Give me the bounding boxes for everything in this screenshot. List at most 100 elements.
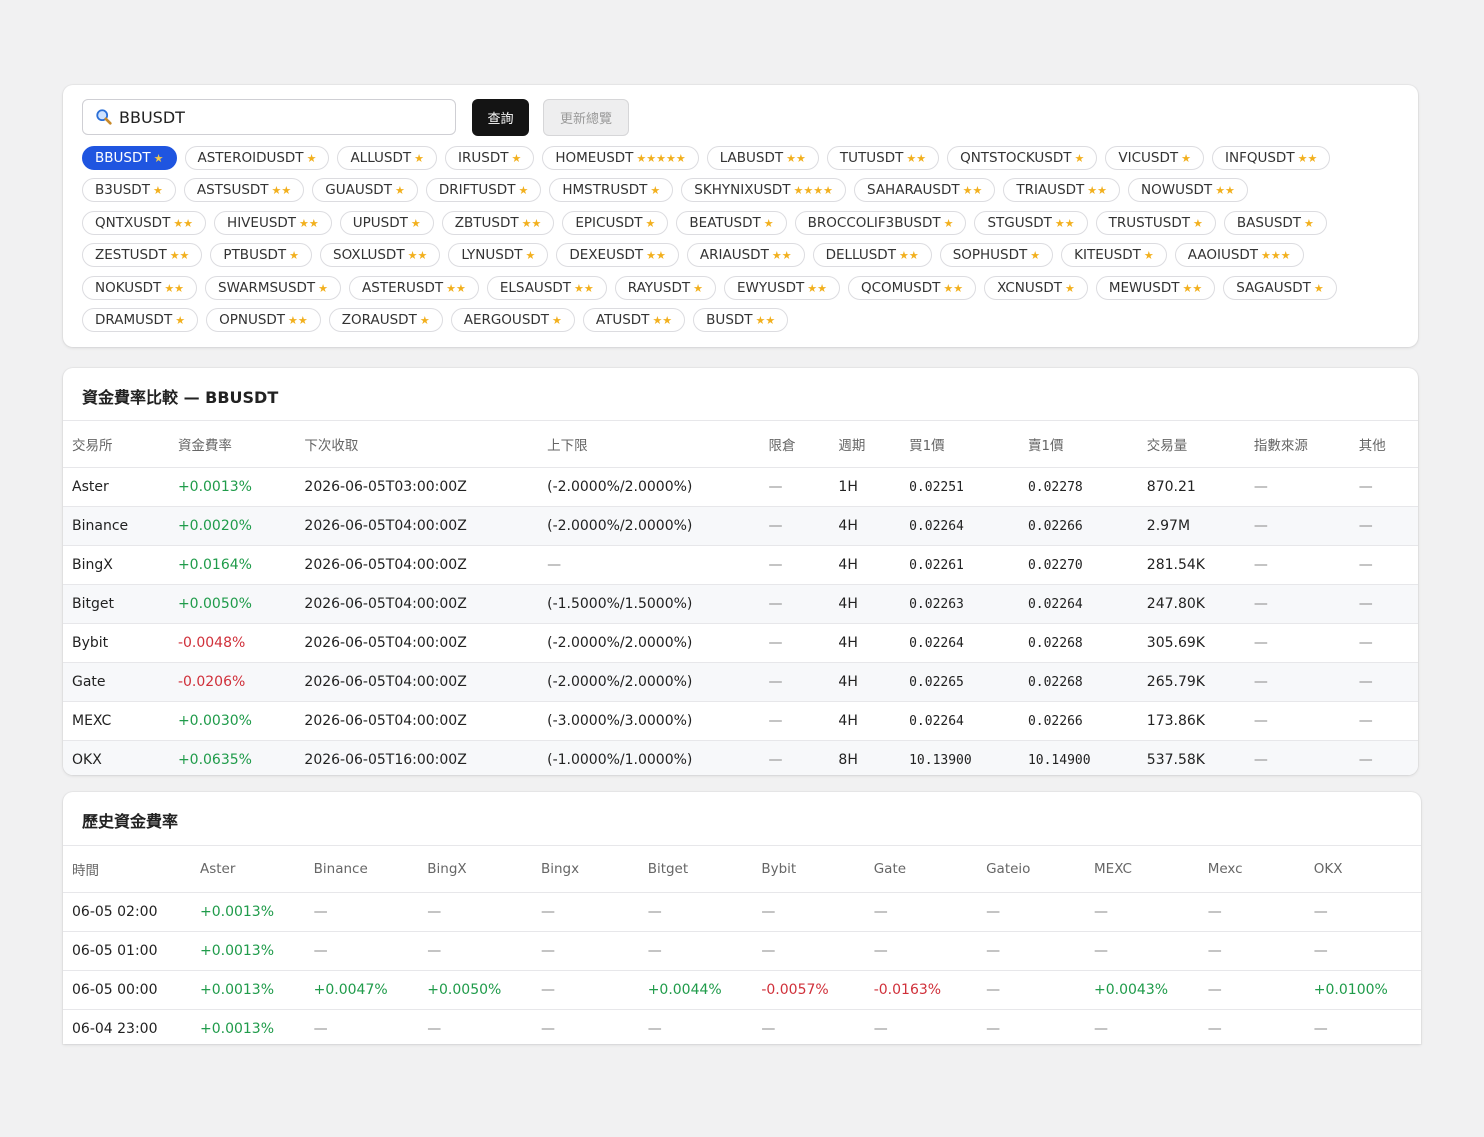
symbol-chip[interactable]: SAGAUSDT ★ [1223,276,1337,300]
symbol-chip[interactable]: KITEUSDT ★ [1061,243,1167,267]
query-button[interactable]: 查詢 [472,99,529,136]
symbol-chip[interactable]: ZBTUSDT ★★ [441,211,555,235]
table-cell: 2.97M [1137,506,1245,546]
symbol-chip[interactable]: HOMEUSDT ★★★★★ [542,146,699,170]
symbol-chip-label: TRIAUSDT [1016,182,1085,198]
star-rating-icon: ★ [518,184,529,197]
table-cell: 265.79K [1137,662,1245,702]
symbol-chip[interactable]: QNTXUSDT ★★ [82,211,207,235]
symbol-chip[interactable]: QCOMUSDT ★★ [847,276,977,300]
table-row: 06-05 00:00 +0.0013% +0.0047% +0.0050% — +0.0… [63,970,1421,1010]
symbol-chip-label: SAHARAUSDT [867,182,960,198]
table-cell: MEXC [63,701,169,741]
symbol-chip-label: PTBUSDT [223,247,287,263]
symbol-chip[interactable]: INFQUSDT ★★ [1212,146,1331,170]
column-header: Binance [304,845,419,893]
symbol-chip[interactable]: ARIAUSDT ★★ [686,243,805,267]
symbol-chip[interactable]: HMSTRUSDT ★ [549,178,674,202]
symbol-chip[interactable]: TRIAUSDT ★★ [1003,178,1121,202]
table-cell: OKX [63,740,169,775]
table-cell: — [864,931,978,971]
table-cell: 305.69K [1137,623,1245,663]
symbol-chip-label: INFQUSDT [1225,150,1295,166]
symbol-chip[interactable]: BBUSDT ★ [82,146,177,170]
symbol-chip-label: DELLUSDT [825,247,896,263]
symbol-chip[interactable]: BEATUSDT ★ [676,211,787,235]
symbol-chip[interactable]: DEXEUSDT ★★ [556,243,679,267]
symbol-chip[interactable]: RAYUSDT ★ [614,276,716,300]
symbol-chip[interactable]: NOKUSDT ★★ [82,276,198,300]
symbol-chip[interactable]: QNTSTOCKUSDT ★ [947,146,1098,170]
symbol-chip-label: VICUSDT [1118,150,1179,166]
symbol-chip[interactable]: EPICUSDT ★ [562,211,669,235]
symbol-chip[interactable]: TRUSTUSDT ★ [1095,211,1216,235]
symbol-chip[interactable]: B3USDT ★ [82,178,176,202]
table-cell: 2026-06-05T04:00:00Z [295,701,539,741]
symbol-chip[interactable]: ALLUSDT ★ [337,146,438,170]
table-cell: Binance [63,506,169,546]
symbol-chip[interactable]: BUSDT ★★ [693,308,789,332]
table-cell: Bitget [63,584,169,624]
symbol-chip[interactable]: SKHYNIXUSDT ★★★★ [681,178,846,202]
column-header: 資金費率 [168,420,296,468]
symbol-chip-label: BROCCOLIF3BUSDT [807,215,941,231]
symbol-chip[interactable]: SWARMSUSDT ★ [205,276,342,300]
star-rating-icon: ★★ [646,249,666,262]
symbol-chip[interactable]: MEWUSDT ★★ [1095,276,1216,300]
symbol-chip[interactable]: ASTEROIDUSDT ★ [184,146,330,170]
table-cell: — [1349,701,1418,741]
symbol-chip[interactable]: EWYUSDT ★★ [724,276,840,300]
table-cell: 06-05 02:00 [63,892,191,932]
symbol-chip[interactable]: LABUSDT ★★ [706,146,819,170]
column-header: Gate [864,845,978,893]
symbol-chip[interactable]: ASTERUSDT ★★ [349,276,479,300]
star-rating-icon: ★★ [271,184,292,197]
symbol-chip-label: EWYUSDT [737,280,805,296]
symbol-chip[interactable]: BROCCOLIF3BUSDT ★ [794,211,967,235]
funding-rate-history-panel: 歷史資金費率 時間 Aster Binance BingX Bingx Bitget Byb… [63,792,1421,1044]
symbol-chip[interactable]: TUTUSDT ★★ [826,146,940,170]
star-rating-icon: ★★ [755,314,776,327]
symbol-chip-label: TRUSTUSDT [1108,215,1190,231]
table-cell: +0.0020% [168,506,296,546]
symbol-chip-label: ALLUSDT [350,150,412,166]
symbol-chip-label: QCOMUSDT [860,280,941,296]
symbol-chip[interactable]: UPUSDT ★ [339,211,434,235]
symbol-chip[interactable]: XCNUSDT ★ [984,276,1088,300]
symbol-chip[interactable]: STGUSDT ★★ [974,211,1088,235]
column-header: 下次收取 [295,420,539,468]
star-rating-icon: ★★ [807,282,827,295]
symbol-chip[interactable]: SAHARAUSDT ★★ [854,178,996,202]
symbol-chip[interactable]: ZESTUSDT ★★ [82,243,203,267]
symbol-chip[interactable]: OPNUSDT ★★ [206,308,321,332]
table-cell: 2026-06-05T04:00:00Z [295,506,539,546]
refresh-overview-button[interactable]: 更新總覽 [543,99,629,136]
symbol-chip[interactable]: NOWUSDT ★★ [1128,178,1248,202]
symbol-chip[interactable]: DELLUSDT ★★ [812,243,932,267]
symbol-chip[interactable]: HIVEUSDT ★★ [214,211,332,235]
symbol-chip[interactable]: ELSAUSDT ★★ [486,276,607,300]
symbol-chip[interactable]: ZORAUSDT ★ [328,308,443,332]
search-field[interactable] [82,99,456,135]
search-input[interactable] [119,107,419,127]
star-rating-icon: ★ [394,184,405,197]
symbol-chip[interactable]: AERGOUSDT ★ [450,308,575,332]
symbol-chip[interactable]: AAOIUSDT ★★★ [1174,243,1304,267]
symbol-chip[interactable]: DRAMUSDT ★ [82,308,199,332]
symbol-chip[interactable]: DRIFTUSDT ★ [425,178,542,202]
symbol-chip[interactable]: IRUSDT ★ [445,146,535,170]
symbol-chip[interactable]: SOPHUSDT ★ [939,243,1054,267]
symbol-chip[interactable]: ASTSUSDT ★★ [183,178,305,202]
symbol-chip[interactable]: BASUSDT ★ [1223,211,1327,235]
table-cell: -0.0048% [168,623,296,663]
rates-title: 資金費率比較 — BBUSDT [82,388,279,407]
symbol-chip[interactable]: VICUSDT ★ [1105,146,1204,170]
symbol-chip[interactable]: ATUSDT ★★ [582,308,686,332]
symbol-chip-row: ZESTUSDT ★★ PTBUSDT ★ SOXLUSDT ★★ LYNUSDT ★ DEXE… [82,243,1312,268]
table-row: BingX +0.0164% 2026-06-05T04:00:00Z — —4H 0.0… [63,545,1418,585]
symbol-chip[interactable]: LYNUSDT ★ [448,243,549,267]
symbol-chip[interactable]: SOXLUSDT ★★ [320,243,441,267]
symbol-chip[interactable]: PTBUSDT ★ [210,243,313,267]
star-rating-icon: ★ [289,249,300,262]
symbol-chip[interactable]: GUAUSDT ★ [312,178,418,202]
